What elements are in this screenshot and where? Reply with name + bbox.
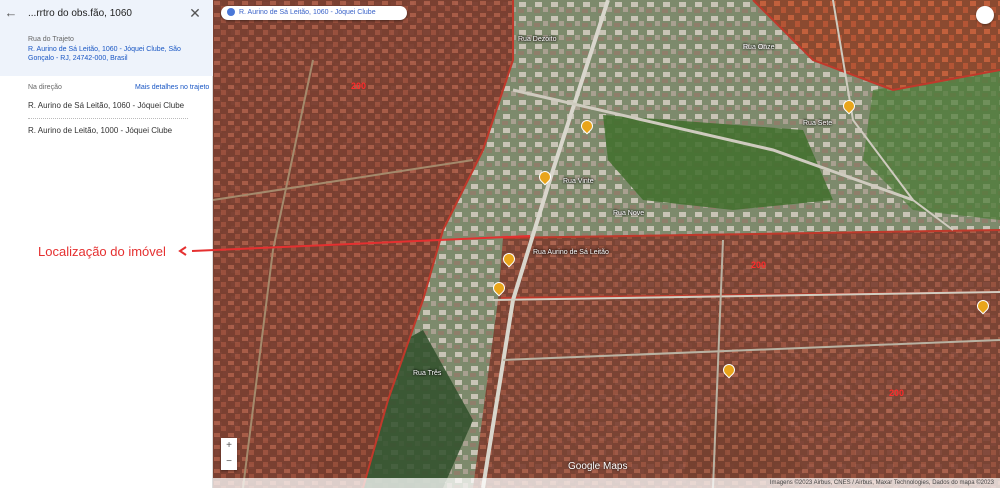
street-label: Rua Vinte [563, 178, 594, 185]
zone-tag: 200 [351, 81, 367, 91]
property-location-annotation: Localização do imóvel [38, 244, 166, 259]
route-stop-2[interactable]: R. Aurino de Leitão, 1000 - Jóquei Clube [28, 126, 208, 135]
close-icon[interactable]: ✕ [188, 6, 202, 20]
details-link[interactable]: Mais detalhes no trajeto [135, 84, 209, 91]
attribution-bar: Imagens ©2023 Airbus, CNES / Airbus, Max… [213, 478, 1000, 488]
panel-title: ...rrtro do obs.fão, 1060 [28, 8, 132, 19]
route-address-link[interactable]: R. Aurino de Sá Leitão, 1060 - Jóquei Cl… [28, 45, 200, 63]
search-chip[interactable]: R. Aurino de Sá Leitão, 1060 - Jóquei Cl… [221, 6, 407, 20]
satellite-map[interactable]: R. Aurino de Sá Leitão, 1060 - Jóquei Cl… [213, 0, 1000, 488]
street-label: Rua Nove [613, 210, 645, 217]
section-label-route: Rua do Trajeto [28, 36, 74, 43]
zone-tag: 200 [889, 388, 905, 398]
search-chip-label: R. Aurino de Sá Leitão, 1060 - Jóquei Cl… [239, 9, 376, 16]
divider [28, 118, 188, 119]
route-stop-1[interactable]: R. Aurino de Sá Leitão, 1060 - Jóquei Cl… [28, 101, 208, 110]
street-label: Rua Três [413, 370, 442, 377]
satellite-imagery [213, 0, 1000, 488]
street-label: Rua Sete [803, 120, 833, 127]
section-label-direction: Na direção [28, 84, 62, 91]
street-label: Rua Aurino de Sá Leitão [533, 249, 609, 256]
zoom-in-button[interactable]: + [221, 438, 237, 454]
street-label: Rua Onze [743, 44, 775, 51]
zoom-out-button[interactable]: − [221, 454, 237, 470]
street-label: Rua Dezoito [518, 36, 557, 43]
pegman-icon[interactable] [976, 6, 994, 24]
location-icon [227, 8, 235, 17]
back-arrow-icon[interactable]: ← [4, 6, 18, 20]
zoom-control: + − [221, 438, 237, 470]
google-logo: Google Maps [568, 461, 628, 472]
zone-tag: 200 [751, 260, 767, 270]
